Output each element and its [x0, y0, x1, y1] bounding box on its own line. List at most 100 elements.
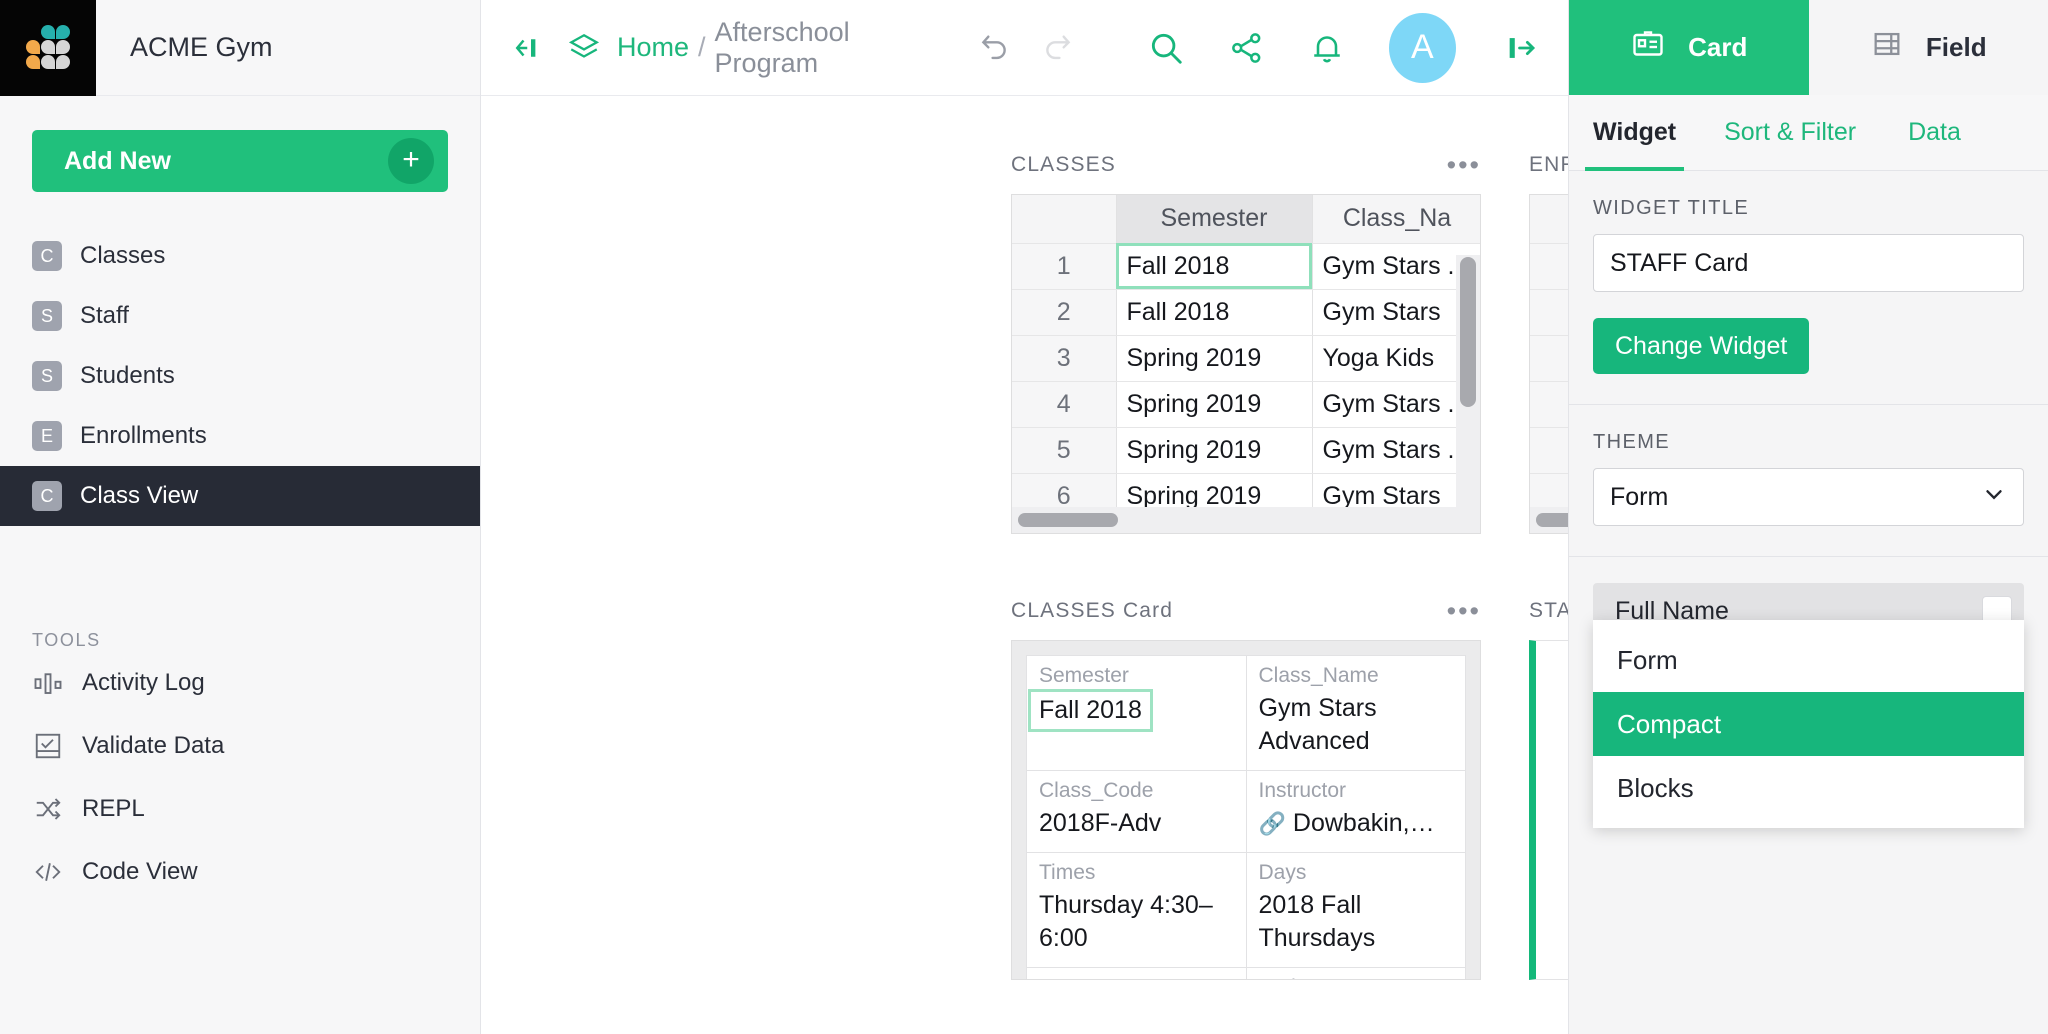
cell-semester[interactable]: Fall 2018 — [1116, 243, 1313, 290]
field-label: Semester — [1039, 664, 1129, 687]
tool-validate-data[interactable]: Validate Data — [0, 714, 480, 777]
tab-field[interactable]: Field — [1809, 0, 2048, 95]
col-header-semester[interactable]: Semester — [1116, 195, 1313, 244]
theme-option-form[interactable]: Form — [1593, 628, 2024, 692]
row-number[interactable]: 5 — [1012, 427, 1117, 474]
table-row[interactable]: 5 Spring 2019 Gym Stars . — [1012, 427, 1480, 474]
table-row[interactable]: 3 Spring 2019 Yoga Kids — [1012, 335, 1480, 382]
sidebar-item-classes[interactable]: C Classes — [0, 226, 480, 286]
theme-selected-value: Form — [1610, 482, 1669, 511]
table-row[interactable]: 2 Fall 2018 Gym Stars — [1012, 289, 1480, 336]
theme-label: THEME — [1593, 431, 1670, 453]
tool-code-view[interactable]: Code View — [0, 840, 480, 903]
card-field-end-date[interactable]: End_Date — [1245, 967, 1466, 979]
col-header-rownum[interactable] — [1530, 195, 1568, 244]
change-widget-button[interactable]: Change Widget — [1593, 318, 1810, 374]
redo-icon[interactable] — [1041, 31, 1075, 65]
more-options-icon[interactable]: ••• — [1447, 598, 1481, 625]
field-value-wrap[interactable]: 🔗 Dowbakin,… — [1259, 807, 1454, 840]
cell-semester[interactable]: Spring 2019 — [1116, 427, 1313, 474]
undo-icon[interactable] — [977, 31, 1011, 65]
cell-semester[interactable]: Fall 2018 — [1116, 289, 1313, 336]
sidebar-item-enrollments[interactable]: E Enrollments — [0, 406, 480, 466]
tool-activity-log[interactable]: Activity Log — [0, 651, 480, 714]
col-header-rownum[interactable] — [1012, 195, 1117, 244]
widget-title-label: WIDGET TITLE — [1593, 197, 1750, 219]
data-grid: Student Class 1 🔗Sibbons, … 🔗2018F-A 2 🔗… — [1530, 195, 1568, 520]
card-field-class-name[interactable]: Class_Name Gym Stars Advanced — [1245, 655, 1466, 771]
code-view-icon — [32, 856, 64, 888]
tool-repl[interactable]: REPL — [0, 777, 480, 840]
field-value[interactable]: 2018F-Adv — [1039, 807, 1234, 840]
vertical-scrollbar-thumb[interactable] — [1460, 257, 1476, 407]
field-label: Days — [1258, 861, 1307, 884]
tab-card[interactable]: Card — [1569, 0, 1809, 95]
cell-semester[interactable]: Spring 2019 — [1116, 381, 1313, 428]
card-field-times[interactable]: Times Thursday 4:30–6:00 — [1026, 852, 1247, 968]
card-field-instructor[interactable]: Instructor 🔗 Dowbakin,… — [1245, 770, 1466, 853]
row-number[interactable]: 2 — [1012, 289, 1117, 336]
theme-option-blocks[interactable]: Blocks — [1593, 756, 2024, 820]
table-row[interactable]: 3 🔗Cane, Kitti 🔗2018F-A — [1530, 335, 1568, 382]
row-number[interactable]: 4 — [1530, 381, 1568, 428]
field-value[interactable]: Gym Stars Advanced — [1259, 692, 1454, 758]
sidebar-item-students[interactable]: S Students — [0, 346, 480, 406]
row-number[interactable]: 3 — [1012, 335, 1117, 382]
row-number[interactable]: 2 — [1530, 289, 1568, 336]
search-icon[interactable] — [1147, 29, 1185, 67]
subtab-widget[interactable]: Widget — [1584, 95, 1685, 171]
left-sidebar: ACME Gym Add New + C Classes S Staff S S… — [0, 0, 481, 1034]
subtab-data[interactable]: Data — [1908, 95, 1961, 171]
table-row[interactable]: 5 🔗Mattissse… 🔗2018F-A — [1530, 427, 1568, 474]
right-panel: Card Field Widget Sort & Filter Data WID… — [1568, 0, 2048, 1034]
row-number[interactable]: 5 — [1530, 427, 1568, 474]
cell-semester[interactable]: Spring 2019 — [1116, 335, 1313, 382]
logout-icon[interactable] — [1504, 31, 1538, 65]
col-header-class-name[interactable]: Class_Na — [1312, 195, 1480, 244]
table-row[interactable]: 4 Spring 2019 Gym Stars . — [1012, 381, 1480, 428]
field-value[interactable]: 2018 Fall Thursdays — [1259, 889, 1454, 955]
sidebar-item-class-view[interactable]: C Class View — [0, 466, 480, 526]
table-row[interactable]: 1 🔗Sibbons, … 🔗2018F-A — [1530, 243, 1568, 290]
field-value[interactable]: Thursday 4:30–6:00 — [1039, 889, 1234, 955]
row-number[interactable]: 1 — [1012, 243, 1117, 290]
horizontal-scrollbar-thumb[interactable] — [1018, 513, 1118, 527]
widget-title: CLASSES Card — [1011, 599, 1174, 622]
table-row[interactable]: 4 🔗Cane, Kyr… 🔗2018F-A — [1530, 381, 1568, 428]
collapse-sidebar-icon[interactable] — [511, 33, 541, 63]
theme-option-compact[interactable]: Compact — [1593, 692, 2024, 756]
table-badge-icon: C — [32, 481, 62, 511]
share-icon[interactable] — [1229, 30, 1265, 66]
theme-select[interactable]: Form — [1593, 468, 2024, 526]
subtab-sort-filter[interactable]: Sort & Filter — [1724, 95, 1856, 171]
table-badge-icon: S — [32, 361, 62, 391]
row-number[interactable]: 1 — [1530, 243, 1568, 290]
field-value[interactable]: Fall 2018 — [1028, 689, 1153, 732]
bell-icon[interactable] — [1309, 30, 1345, 66]
row-number[interactable]: 4 — [1012, 381, 1117, 428]
horizontal-scrollbar-thumb[interactable] — [1536, 513, 1568, 527]
card-field-days[interactable]: Days 2018 Fall Thursdays — [1245, 852, 1466, 968]
widget-header: CLASSES ••• — [1011, 148, 1481, 182]
breadcrumb-home[interactable]: Home — [617, 32, 689, 63]
widget-header: CLASSES Card ••• — [1011, 594, 1481, 628]
card-field-start-date[interactable]: Start_Date — [1026, 967, 1247, 979]
row-number[interactable]: 3 — [1530, 335, 1568, 382]
avatar[interactable]: A — [1388, 12, 1456, 83]
card-field-class-code[interactable]: Class_Code 2018F-Adv — [1026, 770, 1247, 853]
layers-icon[interactable] — [567, 31, 601, 65]
add-new-button[interactable]: Add New + — [32, 130, 448, 192]
field-label: End_Date — [1259, 976, 1454, 979]
app-logo[interactable] — [0, 0, 96, 96]
sidebar-item-staff[interactable]: S Staff — [0, 286, 480, 346]
widget-title-input[interactable]: STAFF Card — [1593, 234, 2024, 292]
card-field-row: Times Thursday 4:30–6:00 Days 2018 Fall … — [1026, 852, 1466, 968]
link-icon: 🔗 — [1258, 811, 1286, 836]
logo-leaf-grid — [26, 25, 70, 71]
table-row[interactable]: 1 Fall 2018 Gym Stars . — [1012, 243, 1480, 290]
theme-dropdown-menu: Form Compact Blocks — [1593, 620, 2024, 828]
card-field-semester[interactable]: Semester Fall 2018 — [1026, 655, 1247, 771]
field-label: Class_Code — [1039, 779, 1154, 802]
table-row[interactable]: 2 🔗Gillcrist, C… 🔗2018F-A — [1530, 289, 1568, 336]
more-options-icon[interactable]: ••• — [1447, 152, 1481, 179]
